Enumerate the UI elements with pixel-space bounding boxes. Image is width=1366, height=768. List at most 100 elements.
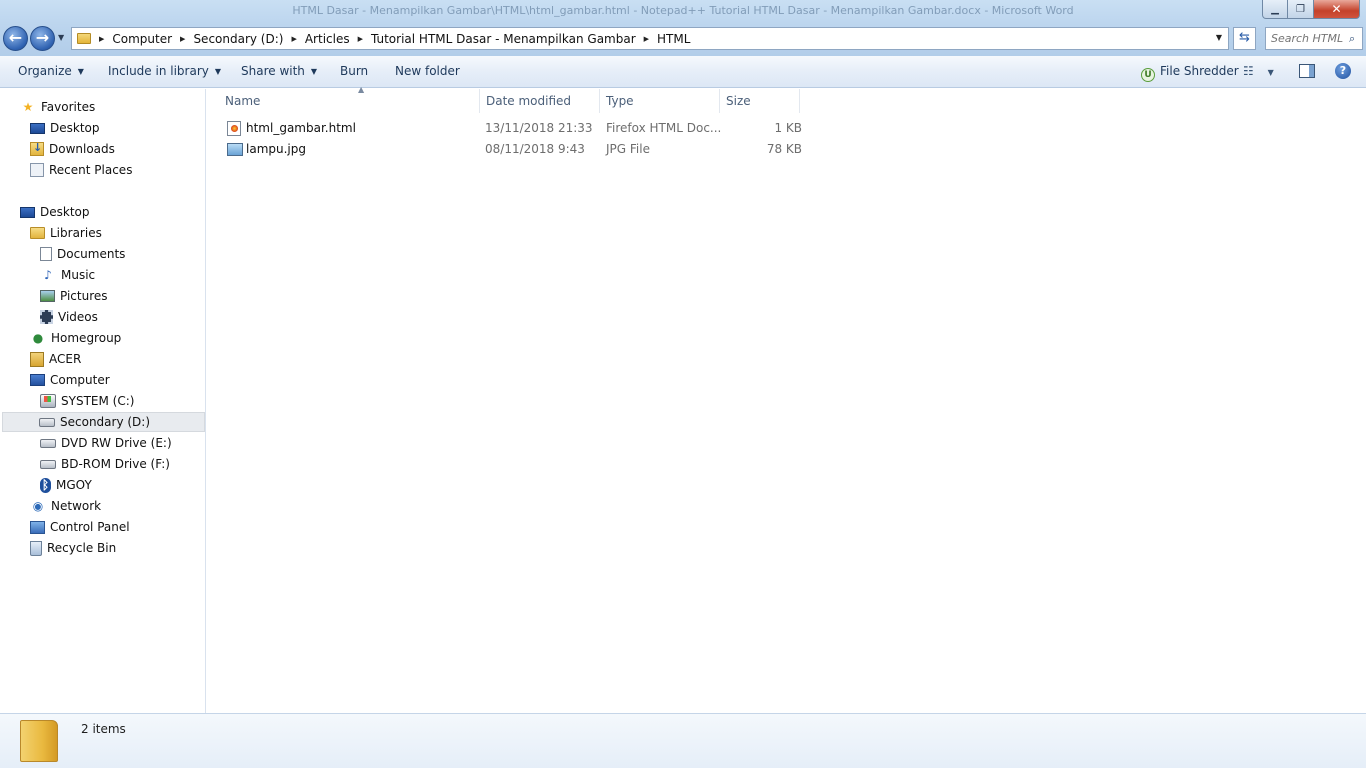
sidebar-item-label: Computer [50, 373, 110, 387]
sidebar-item-favorites[interactable]: ★ Favorites [20, 97, 96, 117]
search-input[interactable] [1271, 32, 1349, 45]
refresh-button[interactable]: ⇆ [1233, 27, 1256, 50]
sidebar-item-label: ACER [49, 352, 82, 366]
sidebar-item-acer[interactable]: ACER [30, 349, 81, 369]
sidebar-item-label: Desktop [50, 121, 100, 135]
sidebar-item-homegroup[interactable]: ● Homegroup [30, 328, 122, 348]
sidebar-item-label: Network [51, 499, 102, 513]
sidebar-item-label: Documents [57, 247, 126, 261]
sidebar-item-desktop[interactable]: Desktop [20, 202, 90, 222]
bluetooth-icon: ᛒ [40, 477, 51, 493]
file-size: 78 KB [766, 142, 802, 156]
forward-button[interactable]: → [30, 26, 55, 51]
file-name: lampu.jpg [246, 142, 306, 156]
share-with-button[interactable]: Share with ▼ [241, 64, 317, 78]
sidebar-item-label: Favorites [41, 100, 96, 114]
sidebar-item-computer[interactable]: Computer [30, 370, 110, 390]
desktop-icon [30, 122, 45, 134]
sidebar-item-label: Control Panel [50, 520, 130, 534]
table-row[interactable]: html_gambar.html 13/11/2018 21:33 Firefo… [224, 119, 802, 139]
breadcrumb-tutorial-folder[interactable]: Tutorial HTML Dasar - Menampilkan Gambar [371, 32, 636, 46]
sidebar-item-label: SYSTEM (C:) [61, 394, 135, 408]
recent-pages-dropdown[interactable]: ▼ [58, 33, 64, 42]
sidebar-item-recent-places[interactable]: Recent Places [30, 160, 132, 180]
organize-button[interactable]: Organize ▼ [18, 64, 84, 78]
column-header-size[interactable]: Size [720, 89, 800, 113]
address-bar[interactable]: ▶ Computer ▶ Secondary (D:) ▶ Articles ▶… [71, 27, 1229, 50]
computer-icon [30, 374, 45, 386]
share-with-label: Share with [241, 64, 305, 78]
file-list: Name ▲ Date modified Type Size html_gamb… [207, 85, 1366, 713]
windows-drive-icon [40, 394, 56, 408]
sidebar-item-label: Recent Places [49, 163, 133, 177]
preview-pane-icon[interactable] [1299, 64, 1315, 78]
sidebar-item-secondary-drive[interactable]: Secondary (D:) [2, 412, 205, 432]
column-header-type[interactable]: Type [600, 89, 720, 113]
sidebar-item-system-drive[interactable]: SYSTEM (C:) [40, 391, 134, 411]
address-dropdown-button[interactable]: ▼ [1216, 33, 1222, 42]
chevron-down-icon: ▼ [214, 67, 222, 76]
network-icon: ◉ [32, 499, 44, 513]
column-header-name[interactable]: Name ▲ [219, 85, 480, 113]
minimize-button[interactable]: ▁ [1262, 0, 1288, 19]
breadcrumb-secondary-drive[interactable]: Secondary (D:) [193, 32, 283, 46]
file-shredder-button[interactable]: U File Shredder [1141, 64, 1239, 82]
sidebar-item-libraries[interactable]: Libraries [30, 223, 102, 243]
close-button[interactable]: ✕ [1314, 0, 1360, 19]
sidebar-item-network[interactable]: ◉ Network [30, 496, 101, 516]
breadcrumb-articles[interactable]: Articles [305, 32, 350, 46]
homegroup-icon: ● [32, 331, 44, 345]
organize-label: Organize [18, 64, 72, 78]
sidebar-item-label: BD-ROM Drive (F:) [61, 457, 170, 471]
video-film-icon [40, 310, 53, 324]
burn-button[interactable]: Burn [340, 64, 368, 78]
sidebar-item-favorites-desktop[interactable]: Desktop [30, 118, 100, 138]
sort-ascending-icon: ▲ [358, 85, 365, 94]
sidebar-item-recycle-bin[interactable]: Recycle Bin [30, 538, 116, 558]
table-row[interactable]: lampu.jpg 08/11/2018 9:43 JPG File 78 KB [224, 140, 802, 160]
breadcrumb-separator[interactable]: ▶ [644, 35, 649, 43]
sidebar-item-videos[interactable]: Videos [40, 307, 98, 327]
search-box[interactable]: ⌕ [1265, 27, 1363, 50]
breadcrumb-separator[interactable]: ▶ [180, 35, 185, 43]
search-icon[interactable]: ⌕ [1349, 32, 1355, 46]
recent-places-icon [30, 163, 44, 177]
file-type: Firefox HTML Doc... [606, 121, 722, 135]
sidebar-item-label: Homegroup [51, 331, 122, 345]
breadcrumb-separator[interactable]: ▶ [358, 35, 363, 43]
sidebar-item-label: Pictures [60, 289, 108, 303]
breadcrumb-html[interactable]: HTML [657, 32, 690, 46]
sidebar-item-mgoy[interactable]: ᛒ MGOY [40, 475, 92, 495]
sidebar-item-pictures[interactable]: Pictures [40, 286, 108, 306]
chevron-down-icon: ▼ [310, 67, 318, 76]
downloads-icon [30, 141, 44, 156]
sidebar-item-control-panel[interactable]: Control Panel [30, 517, 130, 537]
change-view-button[interactable]: ☷ ▼ [1243, 64, 1274, 78]
breadcrumb-separator[interactable]: ▶ [291, 35, 296, 43]
shredder-icon: U [1141, 68, 1155, 82]
breadcrumb-computer[interactable]: Computer [112, 32, 172, 46]
sidebar-item-music[interactable]: ♪ Music [40, 265, 95, 285]
file-size: 1 KB [774, 121, 802, 135]
firefox-html-icon [227, 121, 241, 136]
optical-drive-icon [40, 459, 56, 469]
command-bar: Organize ▼ Include in library ▼ Share with… [0, 56, 1366, 88]
include-in-library-button[interactable]: Include in library ▼ [108, 64, 221, 78]
hard-drive-icon [39, 417, 55, 427]
pictures-icon [40, 290, 55, 302]
column-header-date-modified[interactable]: Date modified [480, 89, 600, 113]
maximize-button[interactable]: ❐ [1288, 0, 1314, 19]
sidebar-item-downloads[interactable]: Downloads [30, 139, 115, 159]
sidebar-item-label: DVD RW Drive (E:) [61, 436, 172, 450]
back-button[interactable]: ← [3, 26, 28, 51]
jpg-image-icon [227, 143, 243, 156]
sidebar-item-documents[interactable]: Documents [40, 244, 125, 264]
chevron-down-icon[interactable]: ▼ [1268, 68, 1274, 77]
libraries-icon [30, 227, 45, 239]
sidebar-item-bd-drive[interactable]: BD-ROM Drive (F:) [40, 454, 170, 474]
breadcrumb-separator[interactable]: ▶ [99, 35, 104, 43]
window-title-ghost: HTML Dasar - Menampilkan Gambar\HTML\htm… [292, 4, 1074, 17]
help-icon[interactable]: ? [1335, 63, 1351, 79]
sidebar-item-dvd-drive[interactable]: DVD RW Drive (E:) [40, 433, 172, 453]
new-folder-button[interactable]: New folder [395, 64, 460, 78]
